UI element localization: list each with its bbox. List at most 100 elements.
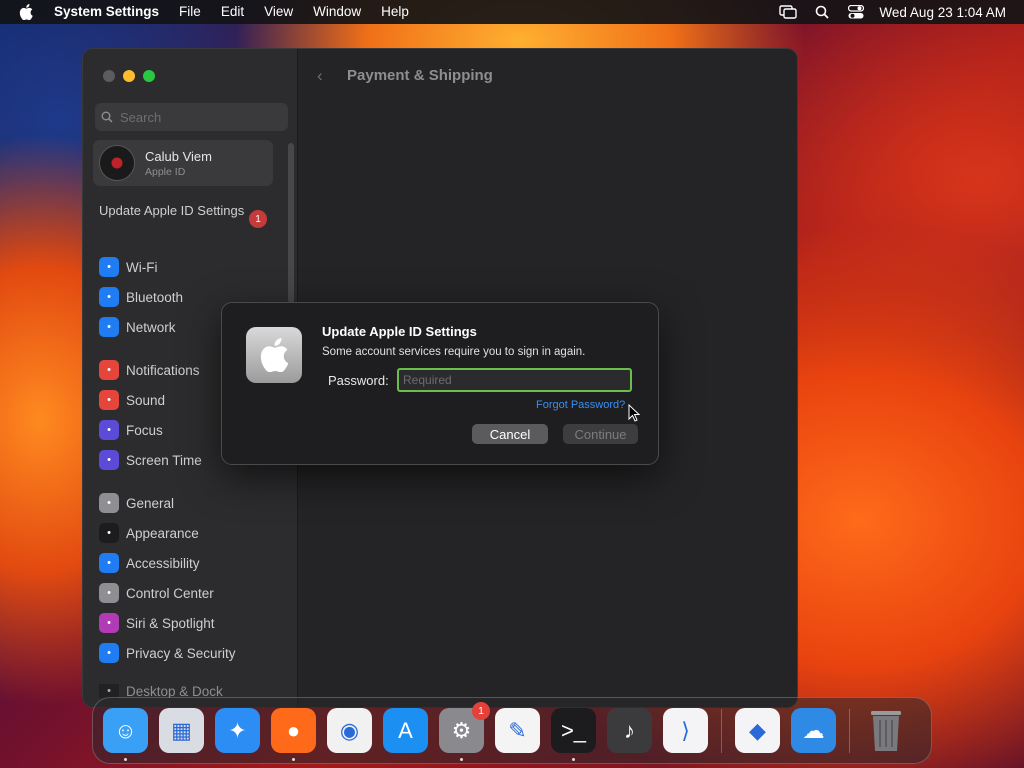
menu-edit[interactable]: Edit: [211, 0, 254, 24]
menu-view[interactable]: View: [254, 0, 303, 24]
sidebar-item-label: Wi-Fi: [126, 259, 158, 275]
launchpad-icon[interactable]: ▦: [159, 708, 204, 753]
sidebar-item-notifications[interactable]: • Notifications: [99, 359, 200, 381]
weather-icon-glyph: ☁: [791, 708, 836, 753]
sidebar-item-accessibility[interactable]: • Accessibility: [99, 552, 200, 574]
zoom-button[interactable]: [143, 70, 155, 82]
sidebar-item-screen-time[interactable]: • Screen Time: [99, 449, 202, 471]
launchpad-icon-glyph: ▦: [159, 708, 204, 753]
visual-studio-icon-glyph: ◆: [735, 708, 780, 753]
sidebar-item-label: Notifications: [126, 362, 200, 378]
menu-bar: System Settings File Edit View Window He…: [0, 0, 1024, 24]
safari-icon[interactable]: ✦: [215, 708, 260, 753]
hourglass-icon: •: [99, 450, 119, 470]
sidebar-item-focus[interactable]: • Focus: [99, 419, 163, 441]
sidebar-item-siri-spotlight[interactable]: • Siri & Spotlight: [99, 612, 215, 634]
sidebar-item-label: Accessibility: [126, 555, 200, 571]
app-store-icon-glyph: A: [383, 708, 428, 753]
sidebar-item-label: Screen Time: [126, 452, 202, 468]
sidebar-item-label: Control Center: [126, 585, 214, 601]
menu-bar-clock[interactable]: Wed Aug 23 1:04 AM: [873, 5, 1006, 20]
forgot-password-link[interactable]: Forgot Password?: [536, 399, 625, 411]
spotlight-search-icon[interactable]: [805, 5, 839, 19]
finder-icon-glyph: ☺: [103, 708, 148, 753]
update-apple-id-settings-item[interactable]: Update Apple ID Settings: [99, 203, 274, 219]
accessibility-icon: •: [99, 553, 119, 573]
terminal-icon[interactable]: >_: [551, 708, 596, 761]
close-button[interactable]: [103, 70, 115, 82]
sidebar-item-appearance[interactable]: • Appearance: [99, 522, 199, 544]
running-indicator: [460, 758, 463, 761]
dock: ☺ ▦ ✦ ● ◉ A ⚙ 1 ✎ >_ ♪ ⟩ ◆ ☁: [92, 697, 932, 764]
sidebar-search-field[interactable]: Search: [95, 103, 288, 131]
sidebar-item-control-center[interactable]: • Control Center: [99, 582, 214, 604]
apple-logo-icon: [246, 327, 302, 383]
profile-name: Calub Viem: [145, 148, 212, 164]
control-center-icon[interactable]: [839, 5, 873, 19]
dialog-title: Update Apple ID Settings: [322, 324, 477, 339]
menu-app-name[interactable]: System Settings: [52, 0, 169, 24]
menu-window[interactable]: Window: [303, 0, 371, 24]
sidebar-item-general[interactable]: • General: [99, 492, 174, 514]
back-chevron-icon[interactable]: ‹: [317, 66, 323, 86]
sidebar-item-label: Focus: [126, 422, 163, 438]
search-icon: [101, 111, 113, 123]
sidebar-scrollbar[interactable]: [288, 143, 294, 303]
speaker-icon: •: [99, 390, 119, 410]
trash-icon[interactable]: [863, 708, 908, 753]
sidebar-item-bluetooth[interactable]: • Bluetooth: [99, 286, 183, 308]
sidebar-item-label: General: [126, 495, 175, 511]
search-placeholder: Search: [120, 109, 162, 125]
update-apple-id-dialog: Update Apple ID Settings Some account se…: [221, 302, 659, 465]
bluetooth-icon: •: [99, 287, 119, 307]
sidebar-item-label: Privacy & Security: [126, 645, 236, 661]
chrome-icon-glyph: ◉: [327, 708, 372, 753]
sidebar-item-desktop-dock[interactable]: • Desktop & Dock: [99, 684, 223, 698]
cancel-button[interactable]: Cancel: [472, 424, 548, 444]
weather-icon[interactable]: ☁: [791, 708, 836, 753]
password-label: Password:: [328, 373, 389, 388]
avatar: [99, 145, 135, 181]
hand-icon: •: [99, 643, 119, 663]
terminal-icon-glyph: >_: [551, 708, 596, 753]
sidebar-item-wi-fi[interactable]: • Wi-Fi: [99, 256, 157, 278]
appearance-icon: •: [99, 523, 119, 543]
sidebar-item-label: Desktop & Dock: [126, 684, 223, 698]
password-field[interactable]: [397, 368, 632, 392]
notification-badge: 1: [472, 702, 490, 720]
sidebar-item-sound[interactable]: • Sound: [99, 389, 165, 411]
continue-button[interactable]: Continue: [563, 424, 638, 444]
apple-id-profile[interactable]: Calub Viem Apple ID: [93, 140, 273, 186]
dock-separator: [849, 708, 850, 753]
garageband-icon-glyph: ♪: [607, 708, 652, 753]
bell-icon: •: [99, 360, 119, 380]
menu-file[interactable]: File: [169, 0, 211, 24]
sidebar-item-privacy-security[interactable]: • Privacy & Security: [99, 642, 236, 664]
screen-mirroring-icon[interactable]: [771, 5, 805, 19]
running-indicator: [292, 758, 295, 761]
minimize-button[interactable]: [123, 70, 135, 82]
gear-icon: •: [99, 493, 119, 513]
finder-icon[interactable]: ☺: [103, 708, 148, 761]
sidebar-item-network[interactable]: • Network: [99, 316, 176, 338]
firefox-icon[interactable]: ●: [271, 708, 316, 761]
sidebar-item-label: Bluetooth: [126, 289, 184, 305]
garageband-icon[interactable]: ♪: [607, 708, 652, 753]
profile-subtitle: Apple ID: [145, 165, 186, 178]
mouse-pointer-icon: [628, 403, 641, 427]
system-settings-icon[interactable]: ⚙ 1: [439, 702, 490, 761]
menu-help[interactable]: Help: [371, 0, 419, 24]
window-controls: [103, 70, 155, 82]
sidebar-item-label: Appearance: [126, 525, 199, 541]
control-center-icon: •: [99, 583, 119, 603]
desktop-icon: •: [99, 684, 119, 698]
apple-menu-icon[interactable]: [0, 4, 52, 20]
sidebar-item-label: Siri & Spotlight: [126, 615, 215, 631]
app-store-icon[interactable]: A: [383, 708, 428, 753]
firefox-icon-glyph: ●: [271, 708, 316, 753]
vscode-icon[interactable]: ⟩: [663, 708, 708, 753]
visual-studio-icon[interactable]: ◆: [735, 708, 780, 753]
page-title: Payment & Shipping: [347, 67, 493, 84]
chrome-icon[interactable]: ◉: [327, 708, 372, 753]
textedit-icon[interactable]: ✎: [495, 708, 540, 753]
